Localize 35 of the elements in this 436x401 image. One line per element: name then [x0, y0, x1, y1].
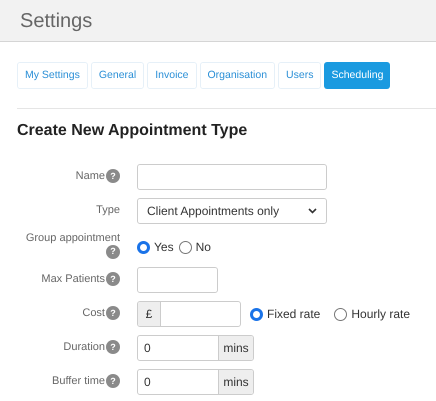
- help-icon[interactable]: ?: [106, 272, 120, 286]
- radio-button[interactable]: [250, 308, 263, 320]
- field-label: Name: [76, 169, 105, 184]
- radio-button[interactable]: [334, 308, 348, 320]
- tab[interactable]: Invoice: [147, 62, 196, 89]
- chevron-down-icon: [308, 208, 317, 214]
- field-label: Group appointment: [26, 232, 120, 245]
- help-icon[interactable]: ?: [106, 169, 120, 184]
- type-dropdown[interactable]: Client Appointments only: [137, 198, 327, 224]
- field-label: Duration: [63, 340, 105, 355]
- text-field[interactable]: [137, 267, 218, 293]
- field-label: Cost: [82, 306, 105, 321]
- text-field[interactable]: [137, 164, 327, 190]
- tab[interactable]: General: [90, 62, 144, 89]
- page-title: Settings: [20, 8, 92, 34]
- field-label: Type: [96, 203, 120, 218]
- radio-button[interactable]: [137, 240, 150, 254]
- radio-label: Fixed rate: [267, 306, 320, 323]
- tab[interactable]: Users: [278, 62, 322, 89]
- radio-button[interactable]: [178, 240, 192, 254]
- cost-field[interactable]: £: [137, 301, 241, 327]
- help-icon[interactable]: ?: [106, 306, 120, 320]
- radio-label: Hourly rate: [351, 306, 410, 323]
- currency-symbol: £: [138, 302, 161, 326]
- tab[interactable]: My Settings: [17, 62, 88, 89]
- help-icon[interactable]: ?: [106, 245, 120, 259]
- radio-label: Yes: [154, 239, 174, 256]
- field-label: Max Patients: [41, 272, 105, 287]
- tab[interactable]: Organisation: [200, 62, 276, 89]
- help-icon[interactable]: ?: [106, 340, 120, 354]
- field-label: Buffer time: [52, 374, 105, 389]
- form-heading: Create New Appointment Type: [17, 121, 248, 141]
- help-icon[interactable]: ?: [106, 374, 120, 388]
- radio-label: No: [196, 239, 211, 256]
- tab[interactable]: Scheduling: [324, 62, 390, 89]
